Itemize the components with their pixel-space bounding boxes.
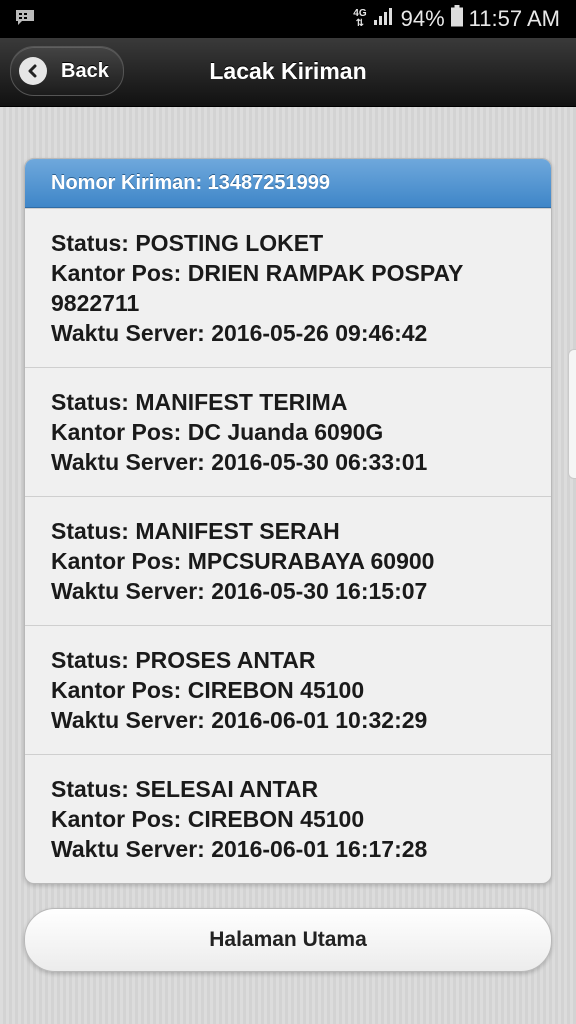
tracking-time: Waktu Server: 2016-06-01 10:32:29: [51, 707, 428, 733]
tracking-office: Kantor Pos: MPCSURABAYA 60900: [51, 548, 435, 574]
battery-percent: 94%: [400, 6, 445, 31]
tracking-status: Status: MANIFEST TERIMA: [51, 389, 348, 415]
tracking-item: Status: SELESAI ANTAR Kantor Pos: CIREBO…: [25, 754, 551, 883]
tracking-item: Status: MANIFEST TERIMA Kantor Pos: DC J…: [25, 367, 551, 496]
tracking-office: Kantor Pos: DC Juanda 6090G: [51, 419, 384, 445]
network-type-label: 4G: [353, 8, 367, 19]
tracking-item: Status: PROSES ANTAR Kantor Pos: CIREBON…: [25, 625, 551, 754]
tracking-office: Kantor Pos: CIREBON 45100: [51, 806, 365, 832]
scroll-handle[interactable]: [568, 349, 576, 479]
tracking-status: Status: SELESAI ANTAR: [51, 776, 319, 802]
tracking-time: Waktu Server: 2016-05-30 16:15:07: [51, 578, 428, 604]
signal-icon: [373, 6, 395, 32]
bbm-notification-icon: [14, 9, 36, 27]
tracking-office: Kantor Pos: CIREBON 45100: [51, 677, 365, 703]
tracking-status: Status: PROSES ANTAR: [51, 647, 316, 673]
tracking-item: Status: MANIFEST SERAH Kantor Pos: MPCSU…: [25, 496, 551, 625]
back-button-label: Back: [61, 59, 109, 82]
tracking-item: Status: POSTING LOKET Kantor Pos: DRIEN …: [25, 208, 551, 367]
battery-icon: [450, 5, 463, 33]
status-bar: 4G ⇅ 94% 11:57 AM: [0, 0, 576, 38]
chevron-left-icon: [19, 57, 47, 85]
tracking-status: Status: POSTING LOKET: [51, 230, 324, 256]
tracking-status: Status: MANIFEST SERAH: [51, 518, 340, 544]
clock: 11:57 AM: [468, 6, 560, 31]
tracking-time: Waktu Server: 2016-05-30 06:33:01: [51, 449, 428, 475]
tracking-time: Waktu Server: 2016-05-26 09:46:42: [51, 320, 428, 346]
tracking-list: Nomor Kiriman: 13487251999 Status: POSTI…: [24, 158, 552, 884]
home-button[interactable]: Halaman Utama: [24, 908, 552, 972]
back-button[interactable]: Back: [10, 46, 124, 96]
status-bar-right: 4G ⇅ 94% 11:57 AM: [353, 0, 560, 38]
app-header: Back Lacak Kiriman: [0, 38, 576, 107]
tracking-time: Waktu Server: 2016-06-01 16:17:28: [51, 836, 428, 862]
tracking-office: Kantor Pos: DRIEN RAMPAK POSPAY 9822711: [51, 260, 463, 316]
network-type-indicator: 4G ⇅: [353, 8, 367, 29]
shipment-number-header: Nomor Kiriman: 13487251999: [25, 159, 551, 208]
